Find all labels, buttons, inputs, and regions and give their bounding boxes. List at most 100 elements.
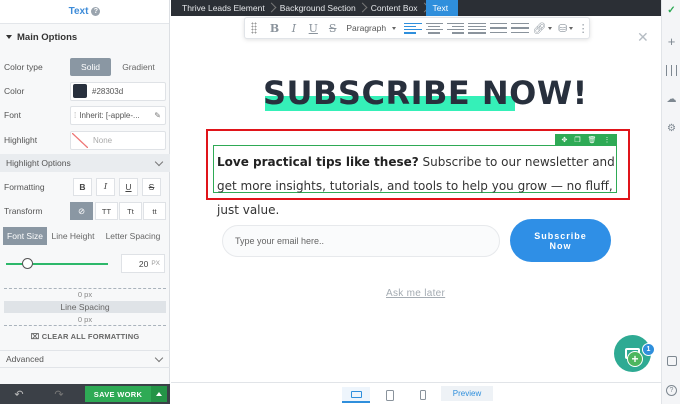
font-select[interactable]: ⁞ Inherit: [-apple-... ✎: [70, 105, 166, 125]
subscribe-button[interactable]: Subscribe Now: [510, 219, 611, 262]
gear-icon[interactable]: ⚙: [666, 123, 677, 134]
left-options-panel: Text ? Main Options Color type Solid Gra…: [0, 0, 170, 404]
bold-button[interactable]: B: [73, 178, 92, 196]
highlight-row: Highlight None: [0, 130, 170, 150]
help-icon[interactable]: ?: [91, 7, 101, 16]
headline[interactable]: SUBSCRIBE NOW!: [263, 74, 587, 112]
spacing-bottom-value[interactable]: 0 px: [4, 315, 166, 324]
spacing-top-value[interactable]: 0 px: [4, 290, 166, 299]
link-icon[interactable]: 🔗︎: [531, 22, 554, 35]
edit-pencil-icon[interactable]: ✎: [154, 111, 161, 120]
color-type-toggle: Solid Gradient: [70, 58, 166, 76]
clear-formatting-button[interactable]: ⌧ CLEAR ALL FORMATTING: [0, 332, 170, 341]
color-picker[interactable]: #28303d: [70, 81, 166, 101]
highlight-options-toggle[interactable]: Highlight Options: [0, 154, 170, 172]
device-preview-bar: [171, 382, 661, 404]
ask-me-later-link[interactable]: Ask me later: [386, 288, 445, 299]
duplicate-icon[interactable]: ❐: [574, 136, 580, 144]
align-justify-icon[interactable]: [468, 22, 486, 34]
advanced-title: Advanced: [6, 354, 44, 364]
caret-up-icon: [156, 392, 162, 396]
italic-button[interactable]: I: [96, 178, 115, 196]
settings-sliders-icon[interactable]: [666, 65, 677, 76]
clear-formatting-label: CLEAR ALL FORMATTING: [41, 332, 140, 341]
redo-icon[interactable]: ↷: [48, 384, 70, 404]
desktop-view-button[interactable]: [342, 387, 370, 403]
move-icon[interactable]: ✥: [561, 136, 567, 144]
subscribe-label-line2: Now: [549, 240, 572, 251]
transform-label: Transform: [4, 206, 43, 216]
mobile-icon: [420, 390, 426, 400]
text-element[interactable]: Love practical tips like these? Subscrib…: [217, 150, 617, 222]
transform-none-button[interactable]: ⊘: [70, 202, 93, 220]
caret-down-icon: [6, 35, 12, 39]
tab-font-size[interactable]: Font Size: [3, 227, 47, 245]
gradient-option[interactable]: Gradient: [111, 58, 166, 76]
font-size-slider-handle[interactable]: [22, 258, 33, 269]
bold-icon[interactable]: B: [265, 22, 284, 35]
highlight-value: None: [93, 135, 113, 145]
align-center-icon[interactable]: [425, 22, 443, 34]
email-placeholder: Type your email here..: [235, 236, 325, 246]
delete-icon[interactable]: 🗑︎: [588, 136, 597, 144]
element-actions: ✥ ❐ 🗑︎ ⋮: [555, 134, 617, 146]
capitalize-button[interactable]: Tt: [119, 202, 142, 220]
tablet-view-button[interactable]: [376, 387, 404, 403]
undo-icon[interactable]: ↶: [8, 384, 30, 404]
cloud-icon[interactable]: ☁: [666, 94, 677, 105]
font-row: Font ⁞ Inherit: [-apple-... ✎: [0, 105, 170, 125]
breadcrumb-text[interactable]: Text: [425, 0, 459, 16]
strikethrough-button[interactable]: S: [142, 178, 161, 196]
breadcrumb-content-box[interactable]: Content Box: [364, 0, 426, 16]
color-type-row: Color type Solid Gradient: [0, 57, 170, 77]
add-element-icon[interactable]: +: [666, 34, 677, 49]
align-right-icon[interactable]: [446, 22, 465, 34]
panel-header: Text ?: [0, 0, 169, 24]
drag-handle-icon[interactable]: [251, 22, 257, 34]
mobile-view-button[interactable]: [409, 387, 437, 403]
line-spacing-control: 0 px Line Spacing 0 px: [4, 288, 166, 326]
bulleted-list-icon[interactable]: [489, 22, 508, 34]
font-size-unit: PX: [151, 260, 160, 267]
align-left-icon[interactable]: [404, 22, 422, 34]
paragraph-label: Paragraph: [346, 23, 387, 33]
close-icon[interactable]: ✕: [637, 29, 649, 46]
help-icon[interactable]: ?: [666, 385, 677, 396]
more-options-icon[interactable]: ⋮: [603, 136, 610, 144]
lowercase-button[interactable]: tt: [143, 202, 166, 220]
plus-icon[interactable]: +: [627, 351, 643, 367]
line-spacing-label: Line Spacing: [4, 301, 166, 313]
paragraph-select[interactable]: Paragraph: [346, 23, 397, 33]
database-icon[interactable]: ⛁: [554, 22, 577, 35]
advanced-toggle[interactable]: Advanced: [0, 350, 170, 368]
highlight-options-title: Highlight Options: [6, 158, 71, 168]
comment-icon[interactable]: [666, 355, 677, 366]
breadcrumb-thrive-leads-element[interactable]: Thrive Leads Element: [175, 0, 273, 16]
underline-icon[interactable]: U: [304, 22, 323, 35]
save-work-button[interactable]: SAVE WORK: [85, 386, 151, 402]
solid-option[interactable]: Solid: [70, 58, 111, 76]
uppercase-button[interactable]: TT: [95, 202, 118, 220]
save-options-button[interactable]: [151, 386, 167, 402]
more-options-icon[interactable]: ⋮: [577, 22, 589, 35]
check-icon[interactable]: ✓: [666, 5, 677, 16]
size-tabs: Font Size Line Height Letter Spacing: [3, 227, 167, 245]
breadcrumb-background-section[interactable]: Background Section: [273, 0, 364, 16]
email-input[interactable]: Type your email here..: [222, 225, 500, 257]
highlight-picker[interactable]: None: [70, 130, 166, 150]
tablet-icon: [386, 389, 394, 401]
chevron-down-icon: [154, 157, 164, 166]
preview-button[interactable]: Preview: [441, 386, 493, 401]
underline-button[interactable]: U: [119, 178, 138, 196]
font-size-input[interactable]: 20 PX: [121, 254, 165, 273]
tab-letter-spacing[interactable]: Letter Spacing: [99, 227, 167, 245]
italic-icon[interactable]: I: [284, 22, 303, 35]
main-options-title: Main Options: [17, 31, 78, 43]
color-swatch[interactable]: [73, 84, 87, 98]
desktop-icon: [350, 390, 362, 398]
main-options-toggle[interactable]: Main Options: [0, 24, 169, 50]
right-sidebar: ✓ + ☁ ⚙ ?: [661, 0, 680, 404]
strikethrough-icon[interactable]: S: [323, 22, 342, 35]
tab-line-height[interactable]: Line Height: [47, 227, 99, 245]
numbered-list-icon[interactable]: [511, 22, 529, 34]
